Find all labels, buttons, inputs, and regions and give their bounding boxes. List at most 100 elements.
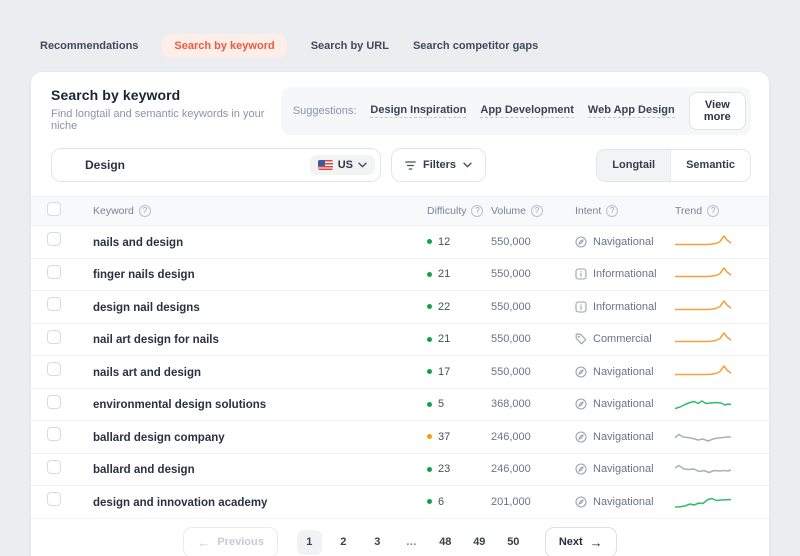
page-button-48[interactable]: 48: [433, 530, 458, 555]
intent-cell: Navigational: [575, 366, 675, 378]
suggestions-bar: Suggestions: Design Inspiration App Deve…: [281, 87, 751, 135]
difficulty-dot: [427, 337, 432, 342]
page-button-3[interactable]: 3: [365, 530, 390, 555]
difficulty-value: 37: [438, 431, 450, 443]
trend-sparkline: [675, 233, 731, 251]
tab-search-by-url[interactable]: Search by URL: [311, 40, 389, 52]
help-icon[interactable]: ?: [531, 205, 543, 217]
row-checkbox-cell: [47, 362, 93, 381]
table-row: nail art design for nails 21 550,000 Com…: [31, 324, 769, 357]
keyword-cell: environmental design solutions: [93, 395, 427, 413]
page-number-list: 123 … 48 49 50: [297, 530, 526, 555]
keyword-link[interactable]: nails and design: [93, 237, 183, 249]
search-icon: [63, 158, 77, 172]
tab-recommendations[interactable]: Recommendations: [40, 40, 138, 52]
row-checkbox-cell: [47, 265, 93, 284]
keyword-link[interactable]: nail art design for nails: [93, 334, 219, 346]
intent-cell: Navigational: [575, 463, 675, 475]
difficulty-dot: [427, 467, 432, 472]
trend-cell: [675, 363, 751, 381]
difficulty-dot: [427, 369, 432, 374]
page-button-1[interactable]: 1: [297, 530, 322, 555]
page-button-2[interactable]: 2: [331, 530, 356, 555]
intent-cell: Commercial: [575, 333, 675, 345]
navigational-intent-icon: [575, 366, 587, 378]
difficulty-cell: 5: [427, 398, 491, 410]
intent-icon-slot: [575, 268, 587, 280]
row-checkbox[interactable]: [47, 297, 61, 311]
region-selector[interactable]: US: [310, 155, 375, 175]
intent-cell: Navigational: [575, 431, 675, 443]
keyword-link[interactable]: design and innovation academy: [93, 497, 267, 509]
difficulty-value: 12: [438, 236, 450, 248]
trend-sparkline: [675, 493, 731, 511]
column-trend-label: Trend: [675, 205, 702, 217]
page-ellipsis: …: [399, 530, 424, 555]
keyword-link[interactable]: environmental design solutions: [93, 399, 266, 411]
row-checkbox-cell: [47, 427, 93, 446]
trend-cell: [675, 493, 751, 511]
tab-search-competitor-gaps[interactable]: Search competitor gaps: [413, 40, 538, 52]
row-checkbox[interactable]: [47, 460, 61, 474]
difficulty-value: 5: [438, 398, 444, 410]
intent-label: Navigational: [593, 463, 654, 475]
difficulty-dot: [427, 402, 432, 407]
suggestion-design-inspiration[interactable]: Design Inspiration: [370, 104, 466, 118]
row-checkbox[interactable]: [47, 330, 61, 344]
trend-cell: [675, 395, 751, 413]
difficulty-cell: 21: [427, 333, 491, 345]
intent-icon-slot: [575, 301, 587, 313]
help-icon[interactable]: ?: [471, 205, 483, 217]
longtail-button[interactable]: Longtail: [597, 150, 670, 181]
column-volume-label: Volume: [491, 205, 526, 217]
volume-cell: 201,000: [491, 496, 575, 508]
card-header-text: Search by keyword Find longtail and sema…: [51, 87, 281, 132]
navigational-intent-icon: [575, 236, 587, 248]
table-row: nails art and design 17 550,000 Navigati…: [31, 356, 769, 389]
volume-cell: 246,000: [491, 463, 575, 475]
page-subtitle: Find longtail and semantic keywords in y…: [51, 108, 281, 132]
page-button-49[interactable]: 49: [467, 530, 492, 555]
arrow-left-icon: ←: [197, 536, 210, 549]
next-page-button[interactable]: Next →: [545, 527, 617, 556]
help-icon[interactable]: ?: [707, 205, 719, 217]
select-all-checkbox[interactable]: [47, 202, 61, 216]
row-checkbox[interactable]: [47, 362, 61, 376]
semantic-button[interactable]: Semantic: [670, 150, 750, 181]
difficulty-cell: 21: [427, 268, 491, 280]
intent-cell: Navigational: [575, 496, 675, 508]
keyword-link[interactable]: ballard design company: [93, 432, 225, 444]
search-row: Design US Filters Longtail Semantic: [31, 146, 769, 196]
page-button-50[interactable]: 50: [501, 530, 526, 555]
keyword-link[interactable]: nails art and design: [93, 367, 201, 379]
row-checkbox[interactable]: [47, 492, 61, 506]
keyword-link[interactable]: finger nails design: [93, 269, 195, 281]
intent-cell: Navigational: [575, 398, 675, 410]
difficulty-cell: 22: [427, 301, 491, 313]
tab-search-by-keyword[interactable]: Search by keyword: [162, 34, 286, 58]
suggestion-app-development[interactable]: App Development: [480, 104, 574, 118]
filters-label: Filters: [423, 159, 456, 171]
view-more-button[interactable]: View more: [689, 92, 746, 130]
difficulty-dot: [427, 434, 432, 439]
keyword-link[interactable]: ballard and design: [93, 464, 195, 476]
help-icon[interactable]: ?: [606, 205, 618, 217]
intent-icon-slot: [575, 236, 587, 248]
row-checkbox[interactable]: [47, 232, 61, 246]
mode-segmented-control: Longtail Semantic: [596, 149, 751, 182]
trend-cell: [675, 428, 751, 446]
navigational-intent-icon: [575, 431, 587, 443]
row-checkbox[interactable]: [47, 395, 61, 409]
row-checkbox[interactable]: [47, 427, 61, 441]
volume-cell: 550,000: [491, 366, 575, 378]
filters-button[interactable]: Filters: [391, 148, 486, 182]
column-intent: Intent?: [575, 205, 675, 217]
row-checkbox[interactable]: [47, 265, 61, 279]
card-header: Search by keyword Find longtail and sema…: [31, 72, 769, 146]
help-icon[interactable]: ?: [139, 205, 151, 217]
suggestion-web-app-design[interactable]: Web App Design: [588, 104, 675, 118]
difficulty-value: 22: [438, 301, 450, 313]
intent-icon-slot: [575, 398, 587, 410]
keyword-link[interactable]: design nail designs: [93, 302, 200, 314]
search-input[interactable]: Design US: [51, 148, 381, 182]
